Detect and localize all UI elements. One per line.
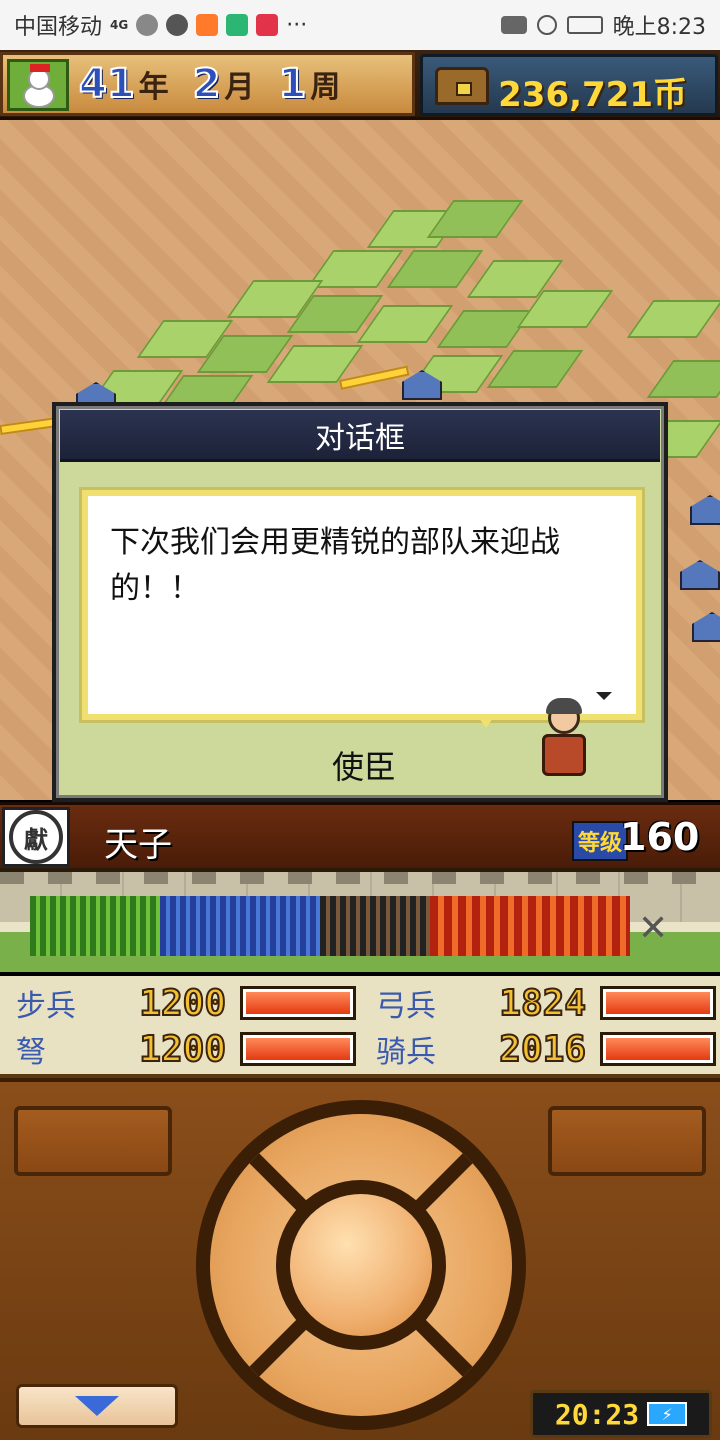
year-value: 41	[78, 60, 136, 108]
unit-name: 天子	[104, 825, 172, 865]
date-display: 41 年 2 月 1 周	[78, 60, 360, 108]
stat-bar	[600, 1032, 716, 1066]
dialog-message: 下次我们会用更精锐的部队来迎战的！！	[110, 525, 560, 606]
stat-label: 步兵	[16, 989, 76, 1024]
speech-tail	[476, 714, 496, 728]
year-unit: 年	[138, 70, 169, 105]
army-formation: ✕	[0, 868, 720, 972]
stat-label: 弓兵	[376, 989, 436, 1024]
month-unit: 月	[224, 70, 255, 105]
crossbow-troops	[320, 896, 430, 956]
faction-seal-icon: 獻	[2, 807, 70, 867]
game-clock: 20:23 ⚡	[530, 1390, 712, 1438]
controller-panel: 20:23 ⚡	[0, 1078, 720, 1440]
top-bar: 41 年 2 月 1 周 236,721币	[0, 50, 720, 120]
stat-row: 步兵 1200	[16, 982, 356, 1025]
stat-row: 弩 1200	[16, 1028, 356, 1071]
battery-icon	[566, 16, 603, 34]
dpad-center-button[interactable]	[276, 1180, 446, 1350]
money-value: 236,721币	[498, 75, 687, 115]
status-time: 晚上8:23	[612, 15, 706, 40]
week-value: 1	[278, 60, 308, 108]
stat-label: 弩	[16, 1035, 46, 1070]
speech-bubble: 下次我们会用更精锐的部队来迎战的！！	[82, 490, 642, 720]
game-screen: 中国移动 4G ··· 晚上8:23 41 年 2 月 1 周 236,721币…	[0, 0, 720, 1440]
continue-arrow-icon[interactable]	[596, 692, 612, 700]
alarm-icon	[536, 15, 557, 35]
clock-time: 20:23	[554, 1397, 640, 1431]
envoy-portrait	[536, 698, 592, 782]
stat-bar	[240, 986, 356, 1020]
taobao-icon	[196, 14, 219, 36]
stat-value: 1200	[138, 982, 227, 1025]
play-icon	[226, 14, 249, 36]
stat-bar	[600, 986, 716, 1020]
treasure-chest-icon	[435, 67, 489, 105]
stat-bar	[240, 1032, 356, 1066]
stat-value: 1200	[138, 1028, 227, 1071]
troop-stats: 步兵 1200 弓兵 1824 弩 1200 骑兵 2016	[0, 976, 720, 1078]
infantry-troops	[30, 896, 160, 956]
stat-value: 1824	[498, 982, 587, 1025]
snowman-season-icon[interactable]	[7, 59, 69, 111]
month-value: 2	[192, 60, 222, 108]
stat-value: 2016	[498, 1028, 587, 1071]
dialog-box[interactable]: 对话框 下次我们会用更精锐的部队来迎战的！！ 使臣	[52, 402, 668, 802]
money-panel: 236,721币	[420, 54, 718, 116]
carrier-label: 中国移动	[14, 15, 103, 40]
archer-troops	[160, 896, 320, 956]
menu-toggle-button[interactable]	[16, 1384, 178, 1428]
chevron-down-icon	[75, 1396, 119, 1416]
hd-icon	[500, 16, 527, 34]
qq-icon	[166, 14, 189, 36]
more-notifications-icon: ···	[286, 12, 308, 38]
reader-icon	[256, 14, 279, 36]
week-unit: 周	[310, 70, 341, 105]
stat-row: 骑兵 2016	[376, 1028, 716, 1071]
wechat-icon	[136, 14, 159, 36]
dpad[interactable]	[196, 1100, 526, 1430]
right-action-button[interactable]	[548, 1106, 706, 1176]
level-value: 160	[620, 815, 700, 859]
stat-row: 弓兵 1824	[376, 982, 716, 1025]
dialog-title: 对话框	[60, 410, 660, 462]
stat-label: 骑兵	[376, 1035, 436, 1070]
barricade-icon: ✕	[638, 908, 669, 949]
charging-battery-icon: ⚡	[647, 1402, 688, 1426]
status-bar: 中国移动 4G ··· 晚上8:23	[0, 0, 720, 50]
cavalry-troops	[430, 896, 630, 956]
calendar-panel: 41 年 2 月 1 周	[0, 52, 415, 116]
signal-icon: 4G	[110, 18, 129, 32]
unit-bar: 獻 天子 等级 160	[0, 802, 720, 868]
left-action-button[interactable]	[14, 1106, 172, 1176]
